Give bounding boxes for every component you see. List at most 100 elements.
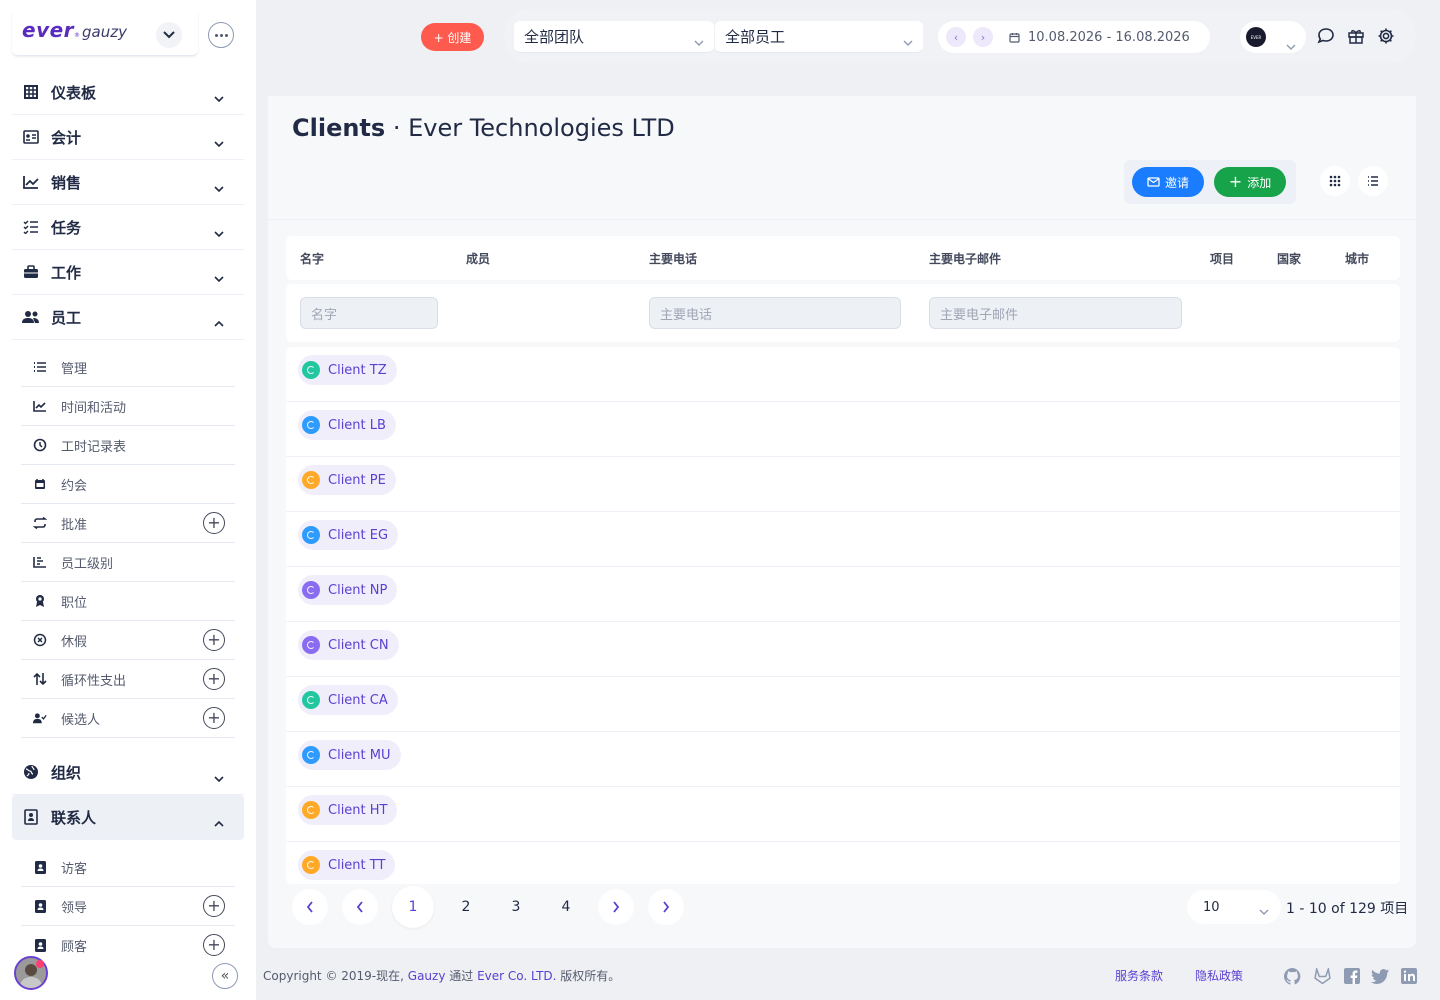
chat-icon[interactable]	[1316, 26, 1336, 46]
sidebar-item-timesheets[interactable]: 工时记录表	[21, 426, 235, 465]
menu-item-tasks[interactable]: 任务	[12, 205, 244, 250]
menu-item-jobs[interactable]: 工作	[12, 250, 244, 295]
client-chip[interactable]: Client LB	[298, 410, 396, 440]
client-chip[interactable]: Client NP	[298, 575, 398, 605]
sidebar-item-employee-levels[interactable]: 员工级别	[21, 543, 235, 582]
linkedin-icon[interactable]	[1400, 967, 1418, 985]
client-chip[interactable]: Client CN	[298, 630, 399, 660]
page-button[interactable]: 4	[548, 889, 584, 925]
menu-label: 任务	[51, 218, 82, 237]
privacy-link[interactable]: 隐私政策	[1195, 967, 1243, 984]
phone-filter-input[interactable]: 主要电话	[649, 297, 901, 329]
close-circle-icon	[33, 633, 47, 647]
column-header-city[interactable]: 城市	[1345, 250, 1369, 267]
users-icon	[22, 308, 40, 326]
table-row[interactable]: Client CA	[286, 677, 1400, 732]
menu-item-dashboard[interactable]: 仪表板	[12, 70, 244, 115]
column-header-country[interactable]: 国家	[1277, 250, 1301, 267]
client-name: Client CN	[328, 637, 389, 653]
table-row[interactable]: Client CN	[286, 622, 1400, 677]
menu-item-contacts[interactable]: 联系人	[12, 795, 244, 840]
twitter-icon[interactable]	[1371, 967, 1389, 985]
client-chip[interactable]: Client TT	[298, 850, 396, 880]
page-button[interactable]: 2	[448, 889, 484, 925]
filter-row: 名字 主要电话 主要电子邮件	[286, 284, 1400, 342]
terms-link[interactable]: 服务条款	[1115, 967, 1163, 984]
sidebar-item-recurring-expenses[interactable]: 循环性支出 +	[21, 660, 235, 699]
create-button[interactable]: + 创建	[421, 23, 484, 51]
company-link[interactable]: Ever Co. LTD.	[477, 969, 556, 983]
column-header-members[interactable]: 成员	[466, 250, 490, 267]
collapse-sidebar-icon[interactable]: «	[212, 963, 238, 989]
org-switch-chevron-down-icon[interactable]	[156, 22, 182, 48]
add-recurring-expense-plus-icon[interactable]: +	[203, 668, 225, 690]
page-size-select[interactable]: 10	[1187, 890, 1281, 924]
client-chip[interactable]: Client HT	[298, 795, 398, 825]
add-client-button[interactable]: + 添加	[1214, 167, 1286, 197]
add-approval-plus-icon[interactable]: +	[203, 512, 225, 534]
table-row[interactable]: Client NP	[286, 567, 1400, 622]
page-button-current[interactable]: 1	[392, 886, 434, 928]
first-page-icon[interactable]	[292, 889, 328, 925]
employee-select-value: 全部员工	[725, 28, 786, 46]
sidebar-item-visitors[interactable]: 访客	[21, 848, 235, 887]
add-lead-plus-icon[interactable]: +	[203, 895, 225, 917]
sidebar-item-time-off[interactable]: 休假 +	[21, 621, 235, 660]
next-page-icon[interactable]	[598, 889, 634, 925]
next-week-icon[interactable]: ›	[973, 27, 993, 47]
menu-item-accounting[interactable]: 会计	[12, 115, 244, 160]
sidebar-item-approvals[interactable]: 批准 +	[21, 504, 235, 543]
last-page-icon[interactable]	[648, 889, 684, 925]
employee-select[interactable]: 全部员工	[715, 21, 923, 53]
email-filter-input[interactable]: 主要电子邮件	[929, 297, 1182, 329]
gauzy-link[interactable]: Gauzy	[408, 969, 446, 983]
sidebar-item-positions[interactable]: 职位	[21, 582, 235, 621]
table-row[interactable]: Client EG	[286, 512, 1400, 567]
more-options-icon[interactable]	[208, 22, 234, 48]
grid-view-icon[interactable]	[1320, 166, 1350, 196]
column-header-projects[interactable]: 项目	[1210, 250, 1234, 267]
gift-icon[interactable]	[1346, 26, 1366, 46]
table-row[interactable]: Client TZ	[286, 347, 1400, 402]
table-row[interactable]: Client TT	[286, 842, 1400, 884]
team-select[interactable]: 全部团队	[514, 21, 714, 53]
invite-button[interactable]: 邀请	[1132, 167, 1204, 197]
gear-icon[interactable]	[1376, 26, 1396, 46]
client-chip[interactable]: Client PE	[298, 465, 396, 495]
sidebar-item-customers[interactable]: 顾客 +	[21, 926, 235, 956]
client-chip[interactable]: Client TZ	[298, 355, 397, 385]
client-chip[interactable]: Client EG	[298, 520, 399, 550]
prev-page-icon[interactable]	[342, 889, 378, 925]
sidebar-item-candidates[interactable]: 候选人 +	[21, 699, 235, 738]
menu-item-sales[interactable]: 销售	[12, 160, 244, 205]
github-icon[interactable]	[1283, 967, 1301, 985]
column-header-phone[interactable]: 主要电话	[649, 250, 697, 267]
sidebar-item-leads[interactable]: 领导 +	[21, 887, 235, 926]
page-button[interactable]: 3	[498, 889, 534, 925]
add-candidate-plus-icon[interactable]: +	[203, 707, 225, 729]
prev-week-icon[interactable]: ‹	[946, 27, 966, 47]
table-row[interactable]: Client HT	[286, 787, 1400, 842]
table-row[interactable]: Client PE	[286, 457, 1400, 512]
add-time-off-plus-icon[interactable]: +	[203, 629, 225, 651]
sidebar-item-manage[interactable]: 管理	[21, 348, 235, 387]
gitlab-icon[interactable]	[1313, 967, 1331, 985]
menu-item-employees[interactable]: 员工	[12, 295, 244, 340]
client-chip[interactable]: Client MU	[298, 740, 401, 770]
column-header-name[interactable]: 名字	[300, 250, 324, 267]
sidebar-item-time-activity[interactable]: 时间和活动	[21, 387, 235, 426]
app-logo[interactable]: ever® gauzy	[22, 18, 127, 42]
name-filter-input[interactable]: 名字	[300, 297, 438, 329]
sidebar-item-appointments[interactable]: 约会	[21, 465, 235, 504]
facebook-icon[interactable]	[1343, 967, 1361, 985]
date-range-picker[interactable]: ‹ › 10.08.2026 - 16.08.2026	[938, 21, 1210, 53]
list-view-icon[interactable]	[1358, 166, 1388, 196]
organization-select[interactable]: EVER	[1240, 21, 1306, 53]
column-header-email[interactable]: 主要电子邮件	[929, 250, 1001, 267]
table-row[interactable]: Client MU	[286, 732, 1400, 787]
menu-item-organization[interactable]: 组织	[12, 750, 244, 795]
table-row[interactable]: Client LB	[286, 402, 1400, 457]
add-customer-plus-icon[interactable]: +	[203, 934, 225, 956]
client-chip[interactable]: Client CA	[298, 685, 398, 715]
sub-label: 约会	[61, 478, 88, 494]
